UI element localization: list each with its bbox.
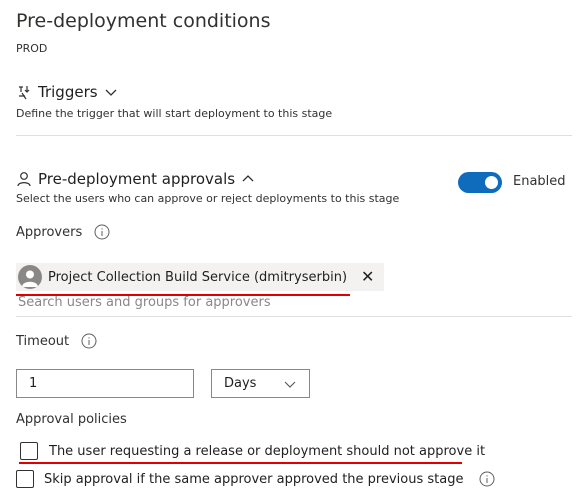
timeout-unit-dropdown[interactable]: Days <box>211 369 310 398</box>
trigger-icon <box>19 86 30 100</box>
triggers-description: Define the trigger that will start deplo… <box>16 107 333 120</box>
info-icon[interactable] <box>94 224 110 240</box>
approvers-picker[interactable]: Project Collection Build Service (dmitry… <box>16 259 572 317</box>
triggers-label: Triggers <box>38 83 98 101</box>
chevron-down-icon <box>284 381 296 388</box>
approvals-section-header[interactable]: Pre-deployment approvals <box>16 170 255 188</box>
policy-skip-approval-label: Skip approval if the same approver appro… <box>44 471 464 487</box>
toggle-label: Enabled <box>513 174 566 189</box>
person-icon <box>17 172 31 187</box>
info-icon[interactable] <box>81 333 97 349</box>
approvers-label: Approvers <box>16 224 83 240</box>
chevron-up-icon <box>242 175 254 182</box>
approvals-description: Select the users who can approve or reje… <box>16 192 400 205</box>
chevron-down-icon <box>105 89 117 96</box>
timeout-field-label: Timeout <box>16 333 97 349</box>
remove-approver-close-icon[interactable]: ✕ <box>361 269 374 285</box>
approver-chip[interactable]: Project Collection Build Service (dmitry… <box>16 263 385 291</box>
avatar <box>18 265 42 289</box>
policy-no-self-approve-label: The user requesting a release or deploym… <box>49 443 486 459</box>
info-icon[interactable] <box>479 471 495 487</box>
approval-policies-label: Approval policies <box>16 412 127 427</box>
page-title: Pre-deployment conditions <box>16 10 271 32</box>
policy-skip-approval-checkbox[interactable] <box>16 470 34 488</box>
approvers-field-label: Approvers <box>16 224 110 240</box>
timeout-unit-value: Days <box>224 376 257 391</box>
annotation-underline <box>19 462 462 464</box>
toggle-knob <box>485 176 498 189</box>
approver-search-input[interactable] <box>18 295 558 310</box>
policy-skip-approval-row[interactable]: Skip approval if the same approver appro… <box>16 470 495 488</box>
approver-name: Project Collection Build Service (dmitry… <box>48 269 348 285</box>
user-avatar-icon <box>22 270 38 287</box>
timeout-value-input[interactable]: 1 <box>16 369 194 398</box>
approvals-enabled-toggle[interactable] <box>458 172 502 193</box>
timeout-label: Timeout <box>16 333 70 349</box>
section-divider <box>16 135 572 136</box>
stage-name: PROD <box>16 42 48 55</box>
policy-no-self-approve-checkbox[interactable] <box>20 442 38 460</box>
approvals-label: Pre-deployment approvals <box>38 170 236 188</box>
policy-no-self-approve-row[interactable]: The user requesting a release or deploym… <box>20 442 485 460</box>
triggers-section-header[interactable]: Triggers <box>16 83 118 101</box>
